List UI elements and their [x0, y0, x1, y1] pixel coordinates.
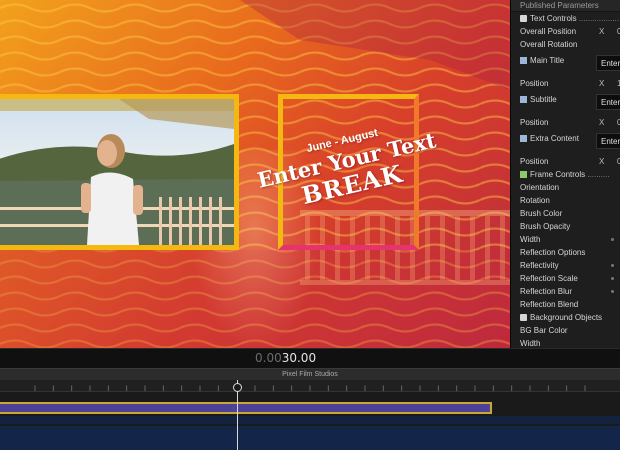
- overall-rotation-row[interactable]: Overall Rotation: [511, 38, 620, 51]
- transport-bar: 0.0030.00: [0, 348, 620, 368]
- rotation-row[interactable]: Rotation: [511, 194, 620, 207]
- timeline-ruler[interactable]: [0, 380, 620, 392]
- checkbox-icon[interactable]: [520, 15, 527, 22]
- keyframe-dot-icon[interactable]: [611, 277, 614, 280]
- background-objects-group[interactable]: Background Objects: [511, 311, 620, 324]
- text-controls-group[interactable]: Text Controls ..................: [511, 12, 620, 25]
- reflection-blur-row[interactable]: Reflection Blur: [511, 285, 620, 298]
- inspector-panel: Published Parameters Text Controls .....…: [510, 0, 620, 348]
- runner-photo: [0, 99, 234, 245]
- frame-controls-group[interactable]: Frame Controls ..........: [511, 168, 620, 181]
- timecode-display[interactable]: 0.0030.00: [255, 351, 316, 365]
- main-title-position-row[interactable]: Position X 13: [511, 77, 620, 90]
- text-thumbnail-icon: [520, 57, 527, 64]
- overall-position-row[interactable]: Overall Position X 0: [511, 25, 620, 38]
- group-thumbnail-icon: [520, 171, 527, 178]
- checkbox-icon[interactable]: [520, 314, 527, 321]
- subtitle-row[interactable]: Subtitle Enter: [511, 90, 620, 116]
- orientation-row[interactable]: Orientation: [511, 181, 620, 194]
- video-viewer[interactable]: June - August Enter Your Text BREAK: [0, 0, 510, 348]
- text-thumbnail-icon: [520, 135, 527, 142]
- reflection-scale-row[interactable]: Reflection Scale: [511, 272, 620, 285]
- subtitle-field[interactable]: Enter: [596, 94, 620, 110]
- timeline[interactable]: [0, 380, 620, 450]
- extra-content-position-row[interactable]: Position X 0: [511, 155, 620, 168]
- reflection-options-row[interactable]: Reflection Options: [511, 246, 620, 259]
- photo-frame[interactable]: [0, 94, 239, 250]
- bg-bar-color-row[interactable]: BG Bar Color: [511, 324, 620, 337]
- keyframe-dot-icon[interactable]: [611, 290, 614, 293]
- timeline-clip[interactable]: [0, 402, 492, 414]
- main-title-row[interactable]: Main Title Enter: [511, 51, 620, 77]
- inspector-header: Published Parameters: [511, 0, 620, 12]
- brush-opacity-row[interactable]: Brush Opacity: [511, 220, 620, 233]
- keyframe-dot-icon[interactable]: [611, 238, 614, 241]
- brush-color-row[interactable]: Brush Color: [511, 207, 620, 220]
- subtitle-position-row[interactable]: Position X 0: [511, 116, 620, 129]
- extra-content-field[interactable]: Enter: [596, 133, 620, 149]
- main-title-field[interactable]: Enter: [596, 55, 620, 71]
- timeline-lane[interactable]: [0, 426, 620, 450]
- text-thumbnail-icon: [520, 96, 527, 103]
- extra-content-row[interactable]: Extra Content Enter: [511, 129, 620, 155]
- timeline-lane[interactable]: [0, 416, 620, 424]
- keyframe-dot-icon[interactable]: [611, 264, 614, 267]
- width-row[interactable]: Width: [511, 233, 620, 246]
- reflectivity-row[interactable]: Reflectivity: [511, 259, 620, 272]
- project-bar: Pixel Film Studios: [0, 368, 620, 380]
- width-row-2[interactable]: Width: [511, 337, 620, 348]
- reflection-blend-row[interactable]: Reflection Blend: [511, 298, 620, 311]
- playhead-handle[interactable]: [233, 383, 242, 392]
